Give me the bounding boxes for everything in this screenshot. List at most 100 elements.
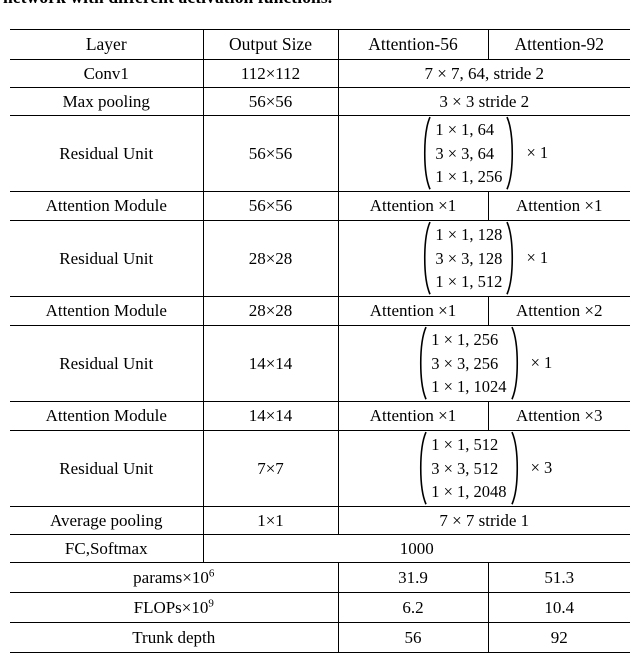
cell-output: 56×56 bbox=[202, 191, 338, 221]
cell-layer: Residual Unit bbox=[10, 430, 203, 507]
table-row-flops: FLOPs×109 6.2 10.4 bbox=[10, 592, 630, 623]
table-header-row: Layer Output Size Attention-56 Attention… bbox=[10, 29, 630, 60]
matrix-row: 1 × 1, 1024 bbox=[431, 377, 507, 397]
header-attention-92: Attention-92 bbox=[487, 29, 630, 60]
table-row-attention-module-28: Attention Module 28×28 Attention ×1 Atte… bbox=[10, 296, 630, 326]
metric-label-base: FLOPs×10 bbox=[133, 597, 209, 617]
header-output-size: Output Size bbox=[202, 29, 338, 60]
cell-residual-block: 1 × 1, 512 3 × 3, 512 1 × 1, 2048 × 3 bbox=[337, 430, 630, 507]
matrix-row: 1 × 1, 64 bbox=[435, 120, 495, 140]
metric-label-exponent: 9 bbox=[208, 597, 214, 610]
table-row-attention-module-56: Attention Module 56×56 Attention ×1 Atte… bbox=[10, 191, 630, 221]
matrix-group: 1 × 1, 128 3 × 3, 128 1 × 1, 512 bbox=[420, 221, 517, 295]
table-row-average-pooling: Average pooling 1×1 7 × 7 stride 1 bbox=[10, 506, 630, 535]
matrix-row: 3 × 3, 128 bbox=[435, 248, 503, 268]
cell-attention-56: Attention ×1 bbox=[337, 401, 488, 431]
matrix-row: 1 × 1, 512 bbox=[435, 272, 503, 292]
right-paren-icon bbox=[506, 116, 517, 190]
cell-layer: FC,Softmax bbox=[10, 534, 203, 563]
left-paren-icon bbox=[416, 326, 427, 400]
cell-output: 1×1 bbox=[202, 506, 338, 535]
cell-output: 14×14 bbox=[202, 325, 338, 402]
matrix-row: 3 × 3, 512 bbox=[431, 458, 499, 478]
cell-span: 3 × 3 stride 2 bbox=[337, 87, 630, 116]
matrix-row: 3 × 3, 64 bbox=[435, 143, 495, 163]
cell-residual-block: 1 × 1, 128 3 × 3, 128 1 × 1, 512 × 1 bbox=[337, 220, 630, 297]
cell-attention-56: Attention ×1 bbox=[337, 191, 488, 221]
matrix-group: 1 × 1, 64 3 × 3, 64 1 × 1, 256 bbox=[420, 116, 517, 190]
header-layer: Layer bbox=[10, 29, 203, 60]
matrix-row: 1 × 1, 256 bbox=[435, 167, 503, 187]
network-spec-table: Layer Output Size Attention-56 Attention… bbox=[10, 29, 630, 653]
network-spec-table-wrapper: Layer Output Size Attention-56 Attention… bbox=[10, 29, 630, 653]
cell-attention-56: 6.2 bbox=[337, 592, 488, 623]
cell-output: 28×28 bbox=[202, 296, 338, 326]
table-row-max-pooling: Max pooling 56×56 3 × 3 stride 2 bbox=[10, 87, 630, 116]
right-paren-icon bbox=[510, 326, 522, 400]
matrix-row: 1 × 1, 128 bbox=[435, 225, 503, 245]
cell-attention-92: Attention ×2 bbox=[487, 296, 630, 326]
cell-attention-92: Attention ×1 bbox=[487, 191, 630, 221]
matrix-row: 1 × 1, 2048 bbox=[431, 482, 507, 502]
table-row-conv1: Conv1 112×112 7 × 7, 64, stride 2 bbox=[10, 59, 630, 88]
cell-metric-label: params×106 bbox=[10, 562, 338, 593]
table-row-residual-unit-28: Residual Unit 28×28 1 × 1, 128 3 × 3, 12… bbox=[10, 220, 630, 297]
block-multiplier: × 3 bbox=[530, 458, 553, 478]
cell-attention-56: 31.9 bbox=[337, 562, 488, 593]
left-paren-icon bbox=[420, 221, 432, 295]
matrix-row: 3 × 3, 256 bbox=[431, 353, 499, 373]
cell-attention-92: 51.3 bbox=[487, 562, 630, 593]
cell-span: 7 × 7, 64, stride 2 bbox=[337, 59, 630, 88]
cell-attention-92: 92 bbox=[487, 622, 630, 653]
block-multiplier: × 1 bbox=[526, 248, 549, 268]
cell-metric-label: FLOPs×109 bbox=[10, 592, 338, 623]
matrix-group: 1 × 1, 512 3 × 3, 512 1 × 1, 2048 bbox=[416, 431, 521, 505]
cell-output: 56×56 bbox=[202, 115, 338, 192]
right-paren-icon bbox=[510, 431, 522, 505]
cell-layer: Residual Unit bbox=[10, 220, 203, 297]
cell-attention-92: 10.4 bbox=[487, 592, 630, 623]
matrix-row: 1 × 1, 256 bbox=[431, 330, 499, 350]
table-row-trunk-depth: Trunk depth 56 92 bbox=[10, 622, 630, 653]
cell-metric-label: Trunk depth bbox=[10, 622, 338, 653]
table-row-fc-softmax: FC,Softmax 1000 bbox=[10, 534, 630, 563]
cell-output: 7×7 bbox=[202, 430, 338, 507]
left-paren-icon bbox=[416, 431, 427, 505]
table-row-residual-unit-7: Residual Unit 7×7 1 × 1, 512 3 × 3, 512 bbox=[10, 430, 630, 507]
cell-layer: Average pooling bbox=[10, 506, 203, 535]
cell-output: 28×28 bbox=[202, 220, 338, 297]
caption-text: network with different activation functi… bbox=[3, 0, 332, 8]
matrix-group: 1 × 1, 256 3 × 3, 256 1 × 1, 1024 bbox=[416, 326, 521, 400]
table-row-residual-unit-56: Residual Unit 56×56 1 × 1, 64 3 × 3, 64 bbox=[10, 115, 630, 192]
cell-layer: Residual Unit bbox=[10, 325, 203, 402]
table-row-attention-module-14: Attention Module 14×14 Attention ×1 Atte… bbox=[10, 401, 630, 431]
right-paren-icon bbox=[506, 221, 517, 295]
cell-attention-56: Attention ×1 bbox=[337, 296, 488, 326]
cell-output: 56×56 bbox=[202, 87, 338, 116]
table-caption: network with different activation functi… bbox=[0, 0, 640, 22]
cell-residual-block: 1 × 1, 256 3 × 3, 256 1 × 1, 1024 × 1 bbox=[337, 325, 630, 402]
metric-label-base: Trunk depth bbox=[132, 627, 216, 647]
metric-label-exponent: 6 bbox=[208, 567, 215, 580]
cell-layer: Conv1 bbox=[10, 59, 203, 88]
cell-layer: Residual Unit bbox=[10, 115, 203, 192]
cell-attention-56: 56 bbox=[337, 622, 488, 653]
figure-page: network with different activation functi… bbox=[0, 0, 640, 656]
header-attention-56: Attention-56 bbox=[337, 29, 488, 60]
cell-residual-block: 1 × 1, 64 3 × 3, 64 1 × 1, 256 × 1 bbox=[337, 115, 630, 192]
cell-span: 1000 bbox=[202, 534, 630, 563]
left-paren-icon bbox=[420, 116, 432, 190]
cell-layer: Max pooling bbox=[10, 87, 203, 116]
block-multiplier: × 1 bbox=[530, 353, 553, 373]
cell-span: 7 × 7 stride 1 bbox=[337, 506, 630, 535]
table-row-params: params×106 31.9 51.3 bbox=[10, 562, 630, 593]
cell-layer: Attention Module bbox=[10, 296, 203, 326]
table-row-residual-unit-14: Residual Unit 14×14 1 × 1, 256 3 × 3, 25… bbox=[10, 325, 630, 402]
cell-attention-92: Attention ×3 bbox=[487, 401, 630, 431]
cell-output: 112×112 bbox=[202, 59, 338, 88]
cell-layer: Attention Module bbox=[10, 191, 203, 221]
cell-layer: Attention Module bbox=[10, 401, 203, 431]
matrix-row: 1 × 1, 512 bbox=[431, 435, 499, 455]
block-multiplier: × 1 bbox=[526, 143, 549, 163]
metric-label-base: params×10 bbox=[133, 567, 209, 587]
